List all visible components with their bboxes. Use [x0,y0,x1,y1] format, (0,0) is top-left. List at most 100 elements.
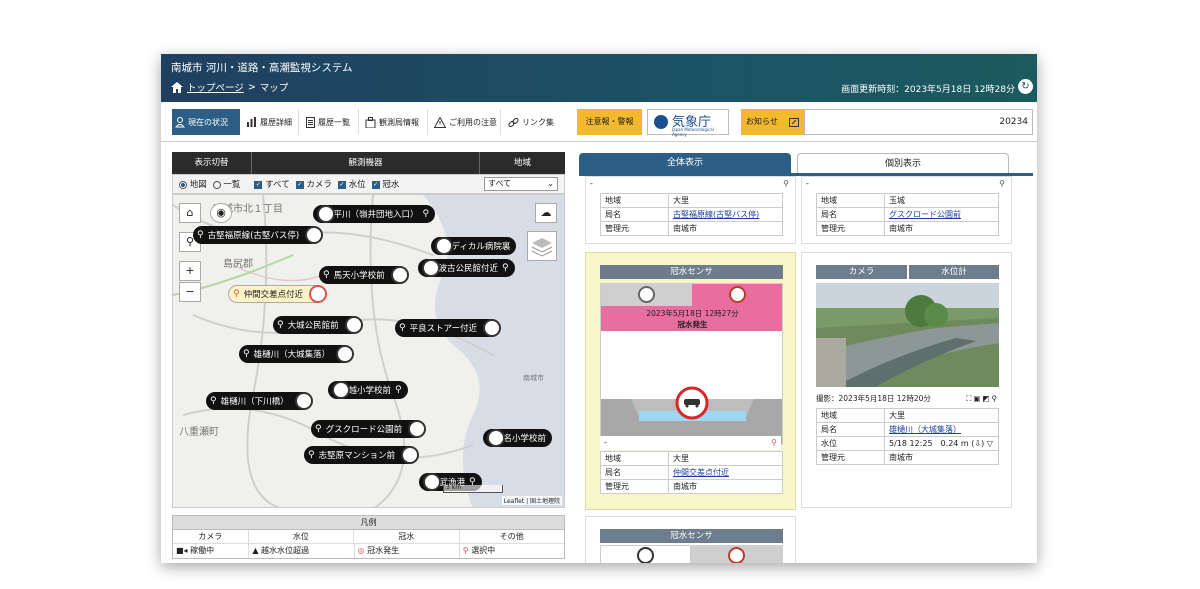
car-alert-icon [729,286,746,303]
nav-links-button[interactable]: リンク集 [505,109,565,135]
app-window: 南城市 河川・道路・高潮監視システム トップページ > マップ 画面更新時刻：2… [161,54,1037,563]
map-home-button[interactable]: ⌂ [179,203,201,223]
map-icon[interactable]: ◩ [982,394,991,403]
info-key: 管理元 [600,479,669,494]
station-info-table: 地域 大里 局名 古堅福原線(古堅バス停) 管理元 南城市 [600,193,783,236]
nav-history-detail-button[interactable]: 履歴詳細 [243,109,299,135]
photo-caption: 撮影：2023年5月18日 12時20分 [816,394,931,403]
map-marker[interactable]: ⚲ 雄樋川（下川橋） [206,392,313,410]
refresh-icon[interactable]: ↻ [1018,79,1033,94]
radio-label: 地図 [189,180,207,190]
dash-text: - [604,438,607,447]
map-marker[interactable]: 船越小学校前 ⚲ [328,381,408,399]
river-photo [816,283,999,387]
home-icon[interactable] [171,81,183,93]
map-marker[interactable]: 津波古公民館付近 ⚲ [418,259,515,277]
map-marker[interactable]: 宮平川（嶺井団地入口） ⚲ [313,205,436,223]
tab-individual[interactable]: 個別表示 [797,153,1009,173]
radio-map[interactable]: 地図 [179,178,207,190]
info-value: 南城市 [668,221,783,236]
zoom-in-button[interactable]: + [179,261,201,281]
camera-water-card[interactable]: カメラ 水位計 撮影：2023年5月18日 12時20分 ⛶▣◩⚲ 地域 大里 局… [801,252,1012,508]
checkbox-water-level[interactable]: ✓ 水位 [337,178,366,190]
tab-all[interactable]: 全体表示 [579,153,791,173]
nav-current-status-button[interactable]: 現在の状況 [172,109,240,135]
zoom-out-button[interactable]: − [179,282,201,302]
map-marker[interactable]: ⚲ グスクロード公園前 [311,420,427,438]
checkbox-flood[interactable]: ✓ 冠水 [371,178,399,190]
region-select[interactable]: すべて ⌄ [484,177,558,191]
radio-button[interactable] [179,180,187,189]
flood-sensor-card[interactable]: 冠水センサ [585,516,796,563]
pin-icon[interactable]: ⚲ [992,394,1000,403]
marker-label: 宮平川（嶺井団地入口） [325,210,419,220]
map-marker[interactable]: ⚲ 大城公民館前 [273,316,363,334]
info-key: 地域 [816,193,885,208]
nav-label: リンク集 [522,117,554,127]
map-marker[interactable]: ⚲ 馬天小学校前 [319,266,409,284]
checkbox[interactable]: ✓ [337,180,346,189]
photo-action-icons: ⛶▣◩⚲ [966,392,999,406]
nav-history-list-button[interactable]: 履歴一覧 [303,109,359,135]
station-link[interactable]: 仲間交差点付近 [673,468,729,477]
toolbar: 現在の状況 履歴詳細 履歴一覧 観測局情報 ご利用の注意 リンク集 注意報・警報… [161,102,1037,142]
breadcrumb-home-link[interactable]: トップページ [187,80,244,94]
marker-label: 志堅原マンション前 [318,451,396,461]
pin-icon: ⚲ [422,209,430,219]
station-link[interactable]: 古堅福原線(古堅バス停) [673,210,759,219]
map-view[interactable]: 南城市北１丁目 島尻郡 八重瀬町 南城市 ⌂ ◉ ⚲ + − ☁ 宮平川（嶺井団… [172,194,565,508]
radio-button[interactable] [212,180,221,189]
checkbox[interactable]: ✓ [254,180,263,189]
map-marker[interactable]: ⚲ 雄樋川（大城集落） [239,345,355,363]
station-card[interactable]: - ⚲ 地域 玉城 局名 グスクロード公園前 管理元 南城市 [801,176,1012,244]
station-link[interactable]: 雄樋川（大城集落） [889,425,961,434]
cloud-icon: ☁ [540,206,552,219]
info-value: 大里 [884,408,999,423]
header-devices: 観測機器 [252,152,480,174]
radio-list[interactable]: 一覧 [212,178,240,190]
weather-radar-button[interactable]: ☁ [535,203,557,223]
card-dash-row: - ⚲ [600,436,781,450]
tab-water-gauge[interactable]: 水位計 [909,265,999,279]
layers-button[interactable] [527,231,557,261]
nav-label: ご利用の注意 [449,117,497,127]
station-card[interactable]: - ⚲ 地域 大里 局名 古堅福原線(古堅バス停) 管理元 南城市 [585,176,796,244]
water-level-icon [487,429,505,447]
checkbox[interactable]: ✓ [371,180,380,189]
home-icon: ⌂ [186,206,194,219]
camera-icon: ■◂ [176,546,188,555]
map-marker[interactable]: メディカル病院裏 [431,237,517,255]
marker-label: 大城公民館前 [287,321,339,331]
sensor-time: 2023年5月18日 12時27分 [646,309,739,318]
marker-label: 津波古公民館付近 [430,264,499,274]
map-visibility-button[interactable]: ◉ [210,203,232,223]
card-title: 冠水センサ [600,265,783,279]
card-title: 冠水センサ [600,529,783,543]
nav-station-info-button[interactable]: 観測局情報 [362,109,428,135]
legend-header-row: カメラ 水位 冠水 その他 [173,530,564,544]
map-marker[interactable]: ⚲ 古堅福原線(古堅バス停) [193,226,324,244]
sensor-normal-segment [601,284,692,306]
pin-icon: ⚲ [502,263,509,273]
notice-ticker[interactable]: 20234 [804,109,1033,135]
jma-link[interactable]: 気象庁 Japan Meteorological Agency [647,109,729,137]
checkbox-all[interactable]: ✓ すべて [254,178,290,190]
station-link[interactable]: グスクロード公園前 [889,210,961,219]
map-marker[interactable]: ⚲ 志堅原マンション前 [304,446,420,464]
flood-sensor-visual: 2023年5月18日 12時27分 冠水発生 [600,283,783,445]
card-dash-row: - ⚲ [586,177,795,191]
flood-sensor-card[interactable]: 冠水センサ 2023年5月18日 12時27分 冠水発生 - ⚲ 地域 大里 局名 [585,252,796,510]
nav-usage-notes-button[interactable]: ご利用の注意 [431,109,501,135]
map-marker[interactable]: 百名小学校前 [483,429,553,447]
pin-icon: ⚲ [783,179,789,188]
checkbox-camera[interactable]: ✓ カメラ [295,178,332,190]
map-attribution[interactable]: Leaflet | 国土地理院 [501,496,562,505]
checkbox[interactable]: ✓ [295,180,304,189]
map-marker-selected[interactable]: ⚲ 仲間交差点付近 [228,285,328,303]
triangle-icon: ▲ [252,546,259,555]
camera-photo[interactable] [816,283,999,387]
info-value: 大里 [668,193,783,208]
map-marker[interactable]: ⚲ 平良ストアー付近 [395,319,502,337]
pin-icon: ⚲ [395,385,402,395]
tab-camera[interactable]: カメラ [816,265,907,279]
